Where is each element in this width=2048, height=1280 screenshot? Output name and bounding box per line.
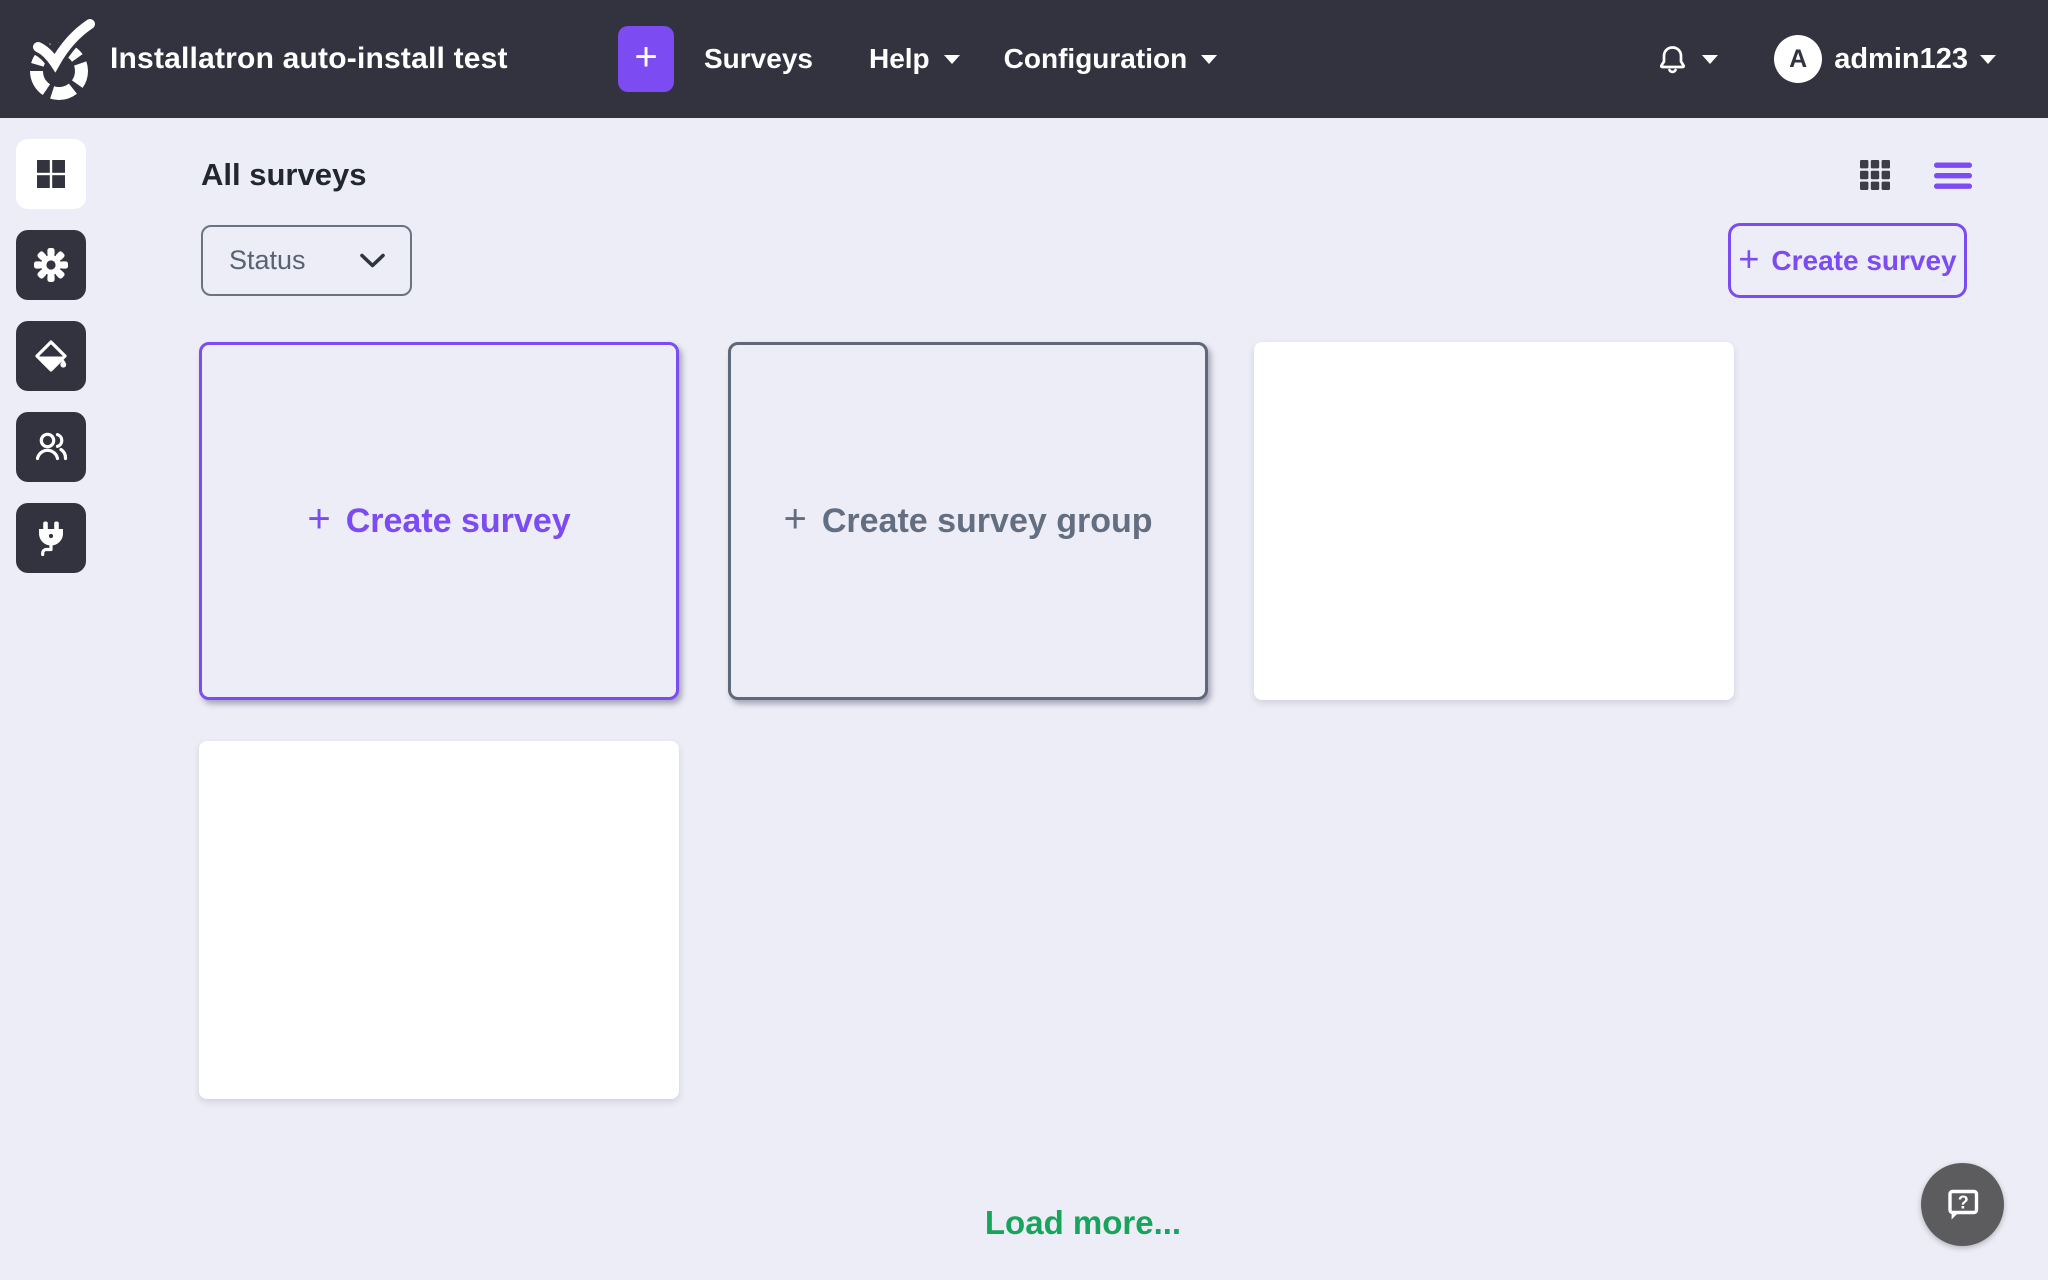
plus-icon: + [1738, 238, 1759, 280]
username: admin123 [1834, 43, 1968, 76]
create-survey-button-label: Create survey [1771, 245, 1956, 277]
status-filter-label: Status [229, 245, 306, 276]
caret-down-icon [944, 55, 960, 64]
avatar-initial: A [1789, 45, 1807, 74]
navbar-right: A admin123 [1659, 0, 1996, 118]
svg-text:?: ? [1957, 1192, 1968, 1212]
plus-icon: + [307, 497, 330, 542]
status-filter-dropdown[interactable]: Status [201, 225, 412, 296]
brand[interactable]: Installatron auto-install test [28, 0, 508, 118]
bell-icon [1659, 44, 1686, 74]
limesurvey-logo-icon [28, 18, 100, 104]
sidebar-item-plugins[interactable] [16, 503, 86, 573]
create-survey-card-label: + Create survey [307, 501, 570, 542]
question-bubble-icon: ? [1942, 1184, 1984, 1226]
caret-down-icon [1980, 55, 1996, 64]
paint-bucket-icon [33, 338, 69, 374]
notifications-button[interactable] [1659, 44, 1718, 74]
site-title: Installatron auto-install test [110, 42, 508, 76]
caret-down-icon [1702, 55, 1718, 64]
sidebar-item-users[interactable] [16, 412, 86, 482]
nav-surveys-label: Surveys [704, 43, 813, 75]
sidebar-item-themes[interactable] [16, 321, 86, 391]
page-title: All surveys [201, 157, 366, 193]
grid-icon [33, 156, 69, 192]
create-survey-group-card[interactable]: + Create survey group [728, 342, 1208, 700]
create-survey-group-card-label: + Create survey group [783, 501, 1152, 542]
help-button[interactable]: ? [1921, 1163, 2004, 1246]
top-navbar: Installatron auto-install test + Surveys… [0, 0, 2048, 118]
avatar: A [1774, 35, 1822, 83]
nav-help-label: Help [869, 43, 930, 75]
plus-icon: + [634, 37, 657, 77]
create-survey-button[interactable]: + Create survey [1728, 223, 1967, 298]
create-survey-card[interactable]: + Create survey [199, 342, 679, 700]
nav-item-surveys[interactable]: Surveys [704, 43, 813, 75]
survey-card-placeholder[interactable] [1254, 342, 1734, 700]
sidebar-item-surveys[interactable] [16, 139, 86, 209]
nav-configuration-label: Configuration [1004, 43, 1188, 75]
main-nav: + Surveys Help Configuration [618, 0, 1217, 118]
gear-icon [33, 247, 69, 283]
quick-create-button[interactable]: + [618, 26, 674, 92]
grid-view-toggle[interactable] [1858, 158, 1892, 195]
chevron-down-icon [359, 252, 386, 269]
list-view-icon [1933, 161, 1973, 191]
nav-item-help[interactable]: Help [869, 43, 960, 75]
plug-icon [34, 520, 68, 557]
nav-item-configuration[interactable]: Configuration [1004, 43, 1218, 75]
caret-down-icon [1201, 55, 1217, 64]
load-more-link[interactable]: Load more... [985, 1204, 1181, 1242]
plus-icon: + [783, 497, 806, 542]
sidebar-item-settings[interactable] [16, 230, 86, 300]
list-view-toggle[interactable] [1933, 161, 1973, 194]
grid-view-icon [1858, 158, 1892, 192]
create-survey-group-card-text: Create survey group [822, 502, 1153, 541]
user-menu[interactable]: A admin123 [1774, 35, 1996, 83]
users-icon [33, 430, 69, 464]
create-survey-card-text: Create survey [346, 502, 571, 541]
survey-card-placeholder[interactable] [199, 741, 679, 1099]
